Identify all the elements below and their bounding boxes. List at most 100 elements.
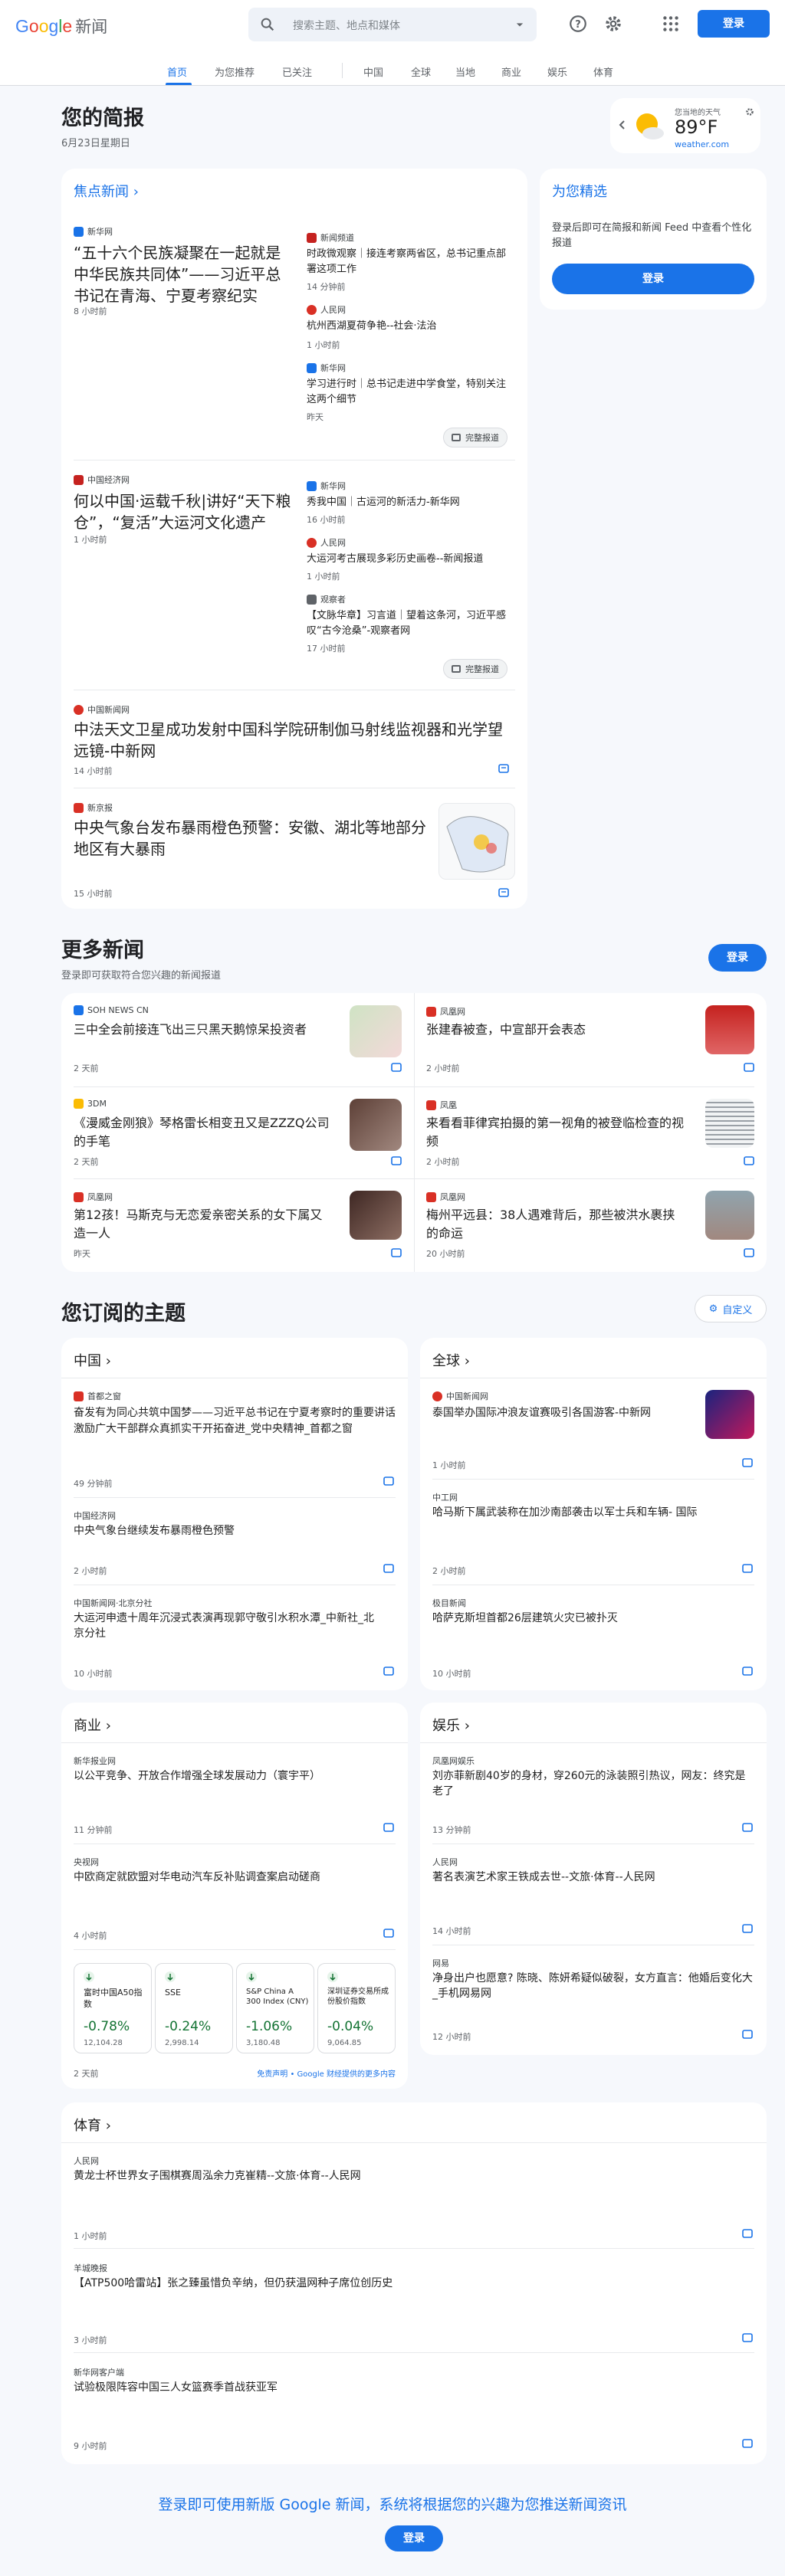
story-title[interactable]: 梅州平远县：38人遇难背后，那些被洪水裹挟的命运	[426, 1206, 687, 1243]
full-coverage-icon[interactable]	[744, 1155, 754, 1166]
full-coverage-icon[interactable]	[391, 1247, 402, 1258]
story-title[interactable]: 刘亦菲新剧40岁的身材，穿260元的泳装照引热议，网友：终究是老了	[432, 1768, 754, 1799]
story-thumbnail[interactable]	[350, 1005, 402, 1057]
story-title[interactable]: 大运河申遗十周年沉浸式表演再现郭守敬引水积水潭_中新社_北京分社	[74, 1611, 380, 1641]
footer-login-button[interactable]: 登录	[385, 2525, 443, 2551]
headline-title[interactable]: 学习进行时｜总书记走进中学食堂，特别关注这两个细节	[307, 377, 515, 408]
full-coverage-icon[interactable]	[383, 1822, 394, 1833]
story-thumbnail[interactable]	[350, 1191, 402, 1240]
headline-title[interactable]: 时政微观察｜接连考察两省区，总书记重点部署这项工作	[307, 247, 515, 277]
topic-link-business[interactable]: 商业 ›	[74, 1715, 111, 1735]
full-coverage-icon[interactable]	[498, 763, 509, 774]
story-thumbnail[interactable]	[350, 1099, 402, 1151]
full-coverage-icon[interactable]	[742, 1666, 753, 1676]
story-title[interactable]: 著名表演艺术家王铁成去世--文旅·体育--人民网	[432, 1870, 754, 1885]
story-title[interactable]: 第12孩！马斯克与无恋爱亲密关系的女下属又造一人	[74, 1206, 334, 1243]
stock-tile[interactable]: SSE -0.24% 2,998.14	[155, 1963, 233, 2053]
story-title[interactable]: 净身出户也愿意? 陈晓、陈妍希疑似破裂，女方直言：他婚后变化大_手机网易网	[432, 1971, 754, 2001]
customize-button[interactable]: ⚙ 自定义	[695, 1295, 767, 1322]
stock-tile[interactable]: 深圳证券交易所成份股价指数 -0.04% 9,064.85	[317, 1963, 396, 2053]
topic-link-china[interactable]: 中国 ›	[74, 1350, 111, 1370]
story-title[interactable]: 黄龙士杯世界女子围棋赛周泓余力克崔精--文旅·体育--人民网	[74, 2168, 748, 2184]
tab-home[interactable]: 首页	[167, 64, 187, 79]
full-coverage-icon[interactable]	[742, 1923, 753, 1934]
tab-for-you[interactable]: 为您推荐	[215, 64, 255, 79]
full-coverage-icon[interactable]	[744, 1247, 754, 1258]
headline-title[interactable]: 中法天文卫星成功发射中国科学院研制伽马射线监视器和光学望远镜-中新网	[74, 719, 515, 762]
story-thumbnail[interactable]	[705, 1191, 754, 1240]
weather-map-thumbnail[interactable]	[438, 803, 515, 880]
full-coverage-icon[interactable]	[498, 887, 509, 898]
story-title[interactable]: 以公平竞争、开放合作增强全球发展动力（寰宇平）	[74, 1768, 396, 1784]
finance-disclaimer-link[interactable]: 免责声明 • Google 财经提供的更多内容	[257, 2067, 396, 2079]
google-news-logo[interactable]: Google 新闻	[15, 15, 107, 38]
full-coverage-button[interactable]: 完整报道	[443, 428, 507, 447]
tab-business[interactable]: 商业	[501, 64, 521, 79]
full-coverage-icon[interactable]	[383, 1563, 394, 1574]
story-title[interactable]: 《漫威金刚狼》琴格雷长相变丑又是ZZZQ公司的手笔	[74, 1114, 334, 1151]
apps-grid-icon[interactable]	[661, 14, 681, 34]
headlines-section-link[interactable]: 焦点新闻 ›	[74, 181, 139, 201]
headline-title[interactable]: “五十六个民族凝聚在一起就是中华民族共同体”——习近平总书记在青海、宁夏考察纪实	[74, 242, 284, 306]
full-coverage-icon[interactable]	[383, 1476, 394, 1486]
topic-link-world[interactable]: 全球 ›	[432, 1350, 470, 1370]
story-title[interactable]: 中欧商定就欧盟对华电动汽车反补贴调查案启动磋商	[74, 1870, 396, 1885]
search-options-dropdown-icon[interactable]	[512, 17, 527, 32]
headline-title[interactable]: 秀我中国｜古运河的新活力-新华网	[307, 495, 515, 510]
source-name: 新华报业网	[74, 1756, 116, 1766]
full-coverage-icon[interactable]	[391, 1062, 402, 1073]
stock-tile[interactable]: S&P China A 300 Index (CNY) -1.06% 3,180…	[236, 1963, 314, 2053]
full-coverage-icon[interactable]	[744, 1062, 754, 1073]
search-bar[interactable]: 搜索主题、地点和媒体	[248, 8, 537, 41]
story-title[interactable]: 哈萨克斯坦首都26层建筑火灾已被扑灭	[432, 1611, 754, 1626]
stock-tile[interactable]: 富时中国A50指数 -0.78% 12,104.28	[74, 1963, 152, 2053]
weather-source-link[interactable]: weather.com	[675, 139, 729, 149]
more-news-login-button[interactable]: 登录	[708, 944, 767, 972]
full-coverage-icon[interactable]	[742, 2332, 753, 2343]
full-coverage-icon[interactable]	[742, 2029, 753, 2040]
login-button[interactable]: 登录	[698, 10, 770, 38]
headline-title[interactable]: 何以中国·运载千秋|讲好“天下粮仓”，“复活”大运河文化遗产	[74, 490, 296, 533]
topic-link-sports[interactable]: 体育 ›	[74, 2115, 111, 2135]
chevron-left-icon[interactable]	[618, 120, 627, 130]
tab-sports[interactable]: 体育	[593, 64, 613, 79]
full-coverage-button[interactable]: 完整报道	[443, 659, 507, 679]
picks-login-button[interactable]: 登录	[552, 264, 754, 294]
story-title[interactable]: 奋发有为同心共筑中国梦——习近平总书记在宁夏考察时的重要讲话激励广大干部群众真抓…	[74, 1405, 396, 1437]
story-title[interactable]: 泰国举办国际冲浪友谊赛吸引各国游客-中新网	[432, 1405, 685, 1421]
headline-title[interactable]: 大运河考古展现多彩历史画卷--新闻报道	[307, 552, 515, 567]
story-title[interactable]: 三中全会前接连飞出三只黑天鹅惊呆投资者	[74, 1021, 334, 1039]
tab-entertainment[interactable]: 娱乐	[547, 64, 567, 79]
story-thumbnail[interactable]	[705, 1390, 754, 1439]
story-title[interactable]: 来看看菲律宾拍摄的第一视角的被登临检查的视频	[426, 1114, 687, 1151]
search-icon[interactable]	[259, 16, 276, 33]
story-title[interactable]: 哈马斯下属武装称在加沙南部袭击以军士兵和车辆- 国际	[432, 1505, 754, 1520]
weather-widget[interactable]: 您当地的天气 89°F weather.com	[610, 98, 760, 153]
weather-settings-icon[interactable]	[745, 107, 754, 116]
headline-title[interactable]: 杭州西湖夏荷争艳--社会·法治	[307, 319, 515, 334]
story-title[interactable]: 试验极限阵容中国三人女篮赛季首战获亚军	[74, 2380, 748, 2395]
story-title[interactable]: 中央气象台继续发布暴雨橙色预警	[74, 1523, 396, 1539]
full-coverage-icon[interactable]	[742, 1822, 753, 1833]
story-title[interactable]: 张建春被查，中宣部开会表态	[426, 1021, 687, 1039]
full-coverage-icon[interactable]	[742, 1563, 753, 1574]
full-coverage-icon[interactable]	[742, 1457, 753, 1468]
headline-title[interactable]: 【文脉华章】习言道｜望着这条河，习近平感叹“古今沧桑”-观察者网	[307, 608, 515, 639]
topic-link-entertainment[interactable]: 娱乐 ›	[432, 1715, 470, 1735]
tab-following[interactable]: 已关注	[282, 64, 312, 79]
tab-world[interactable]: 全球	[411, 64, 431, 79]
headline-title[interactable]: 中央气象台发布暴雨橙色预警：安徽、湖北等地部分地区有大暴雨	[74, 817, 426, 860]
tab-local[interactable]: 当地	[455, 64, 475, 79]
story-thumbnail[interactable]	[705, 1005, 754, 1054]
settings-gear-icon[interactable]	[603, 14, 623, 34]
full-coverage-icon[interactable]	[742, 2228, 753, 2239]
search-input[interactable]: 搜索主题、地点和媒体	[293, 18, 400, 33]
full-coverage-icon[interactable]	[391, 1155, 402, 1166]
full-coverage-icon[interactable]	[742, 2438, 753, 2449]
story-title[interactable]: 【ATP500哈雷站】张之臻虽惜负辛纳，但仍获温网种子席位创历史	[74, 2276, 748, 2291]
help-icon[interactable]: ?	[568, 14, 588, 34]
full-coverage-icon[interactable]	[383, 1928, 394, 1939]
tab-china[interactable]: 中国	[363, 64, 383, 79]
full-coverage-icon[interactable]	[383, 1666, 394, 1676]
story-thumbnail[interactable]	[705, 1099, 754, 1148]
